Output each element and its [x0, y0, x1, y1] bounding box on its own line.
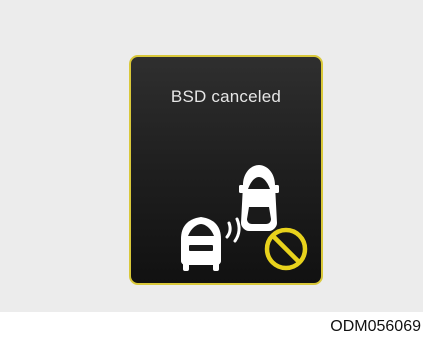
illustration-figure: BSD canceled ODM056069	[0, 0, 433, 343]
front-car-icon	[239, 165, 279, 231]
figure-background: BSD canceled	[0, 0, 423, 312]
figure-code: ODM056069	[330, 318, 421, 335]
bsd-warning-illustration	[181, 165, 308, 271]
rear-car-icon	[181, 217, 221, 271]
cluster-display: BSD canceled	[129, 55, 323, 285]
prohibition-icon	[264, 227, 308, 271]
sensor-wave-icon	[225, 217, 241, 243]
